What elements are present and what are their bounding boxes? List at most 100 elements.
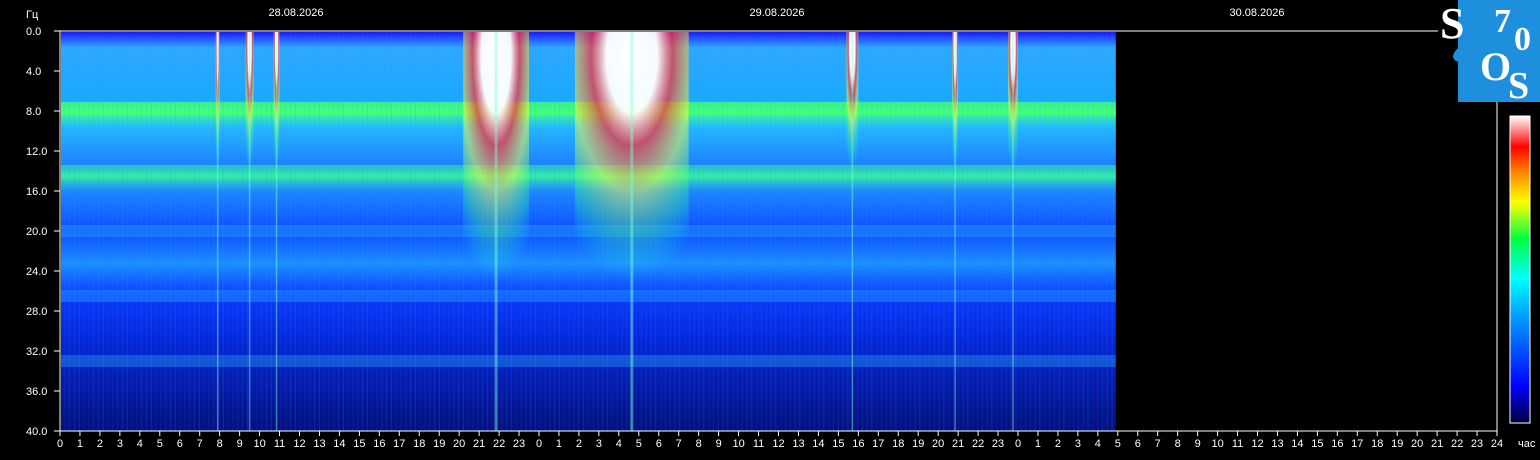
- x-tick-label: 16: [1331, 438, 1343, 450]
- x-tick-label: 5: [636, 438, 642, 450]
- spectrogram-chart: 28.08.2026 29.08.2026 30.08.2026 Гц 0.0 4…: [26, 7, 1536, 450]
- x-tick-label: 15: [832, 438, 844, 450]
- y-tick-label: 8.0: [26, 106, 41, 118]
- x-tick-label: 22: [493, 438, 505, 450]
- x-tick-label: 23: [992, 438, 1004, 450]
- x-tick-label: 6: [1135, 438, 1141, 450]
- x-tick-label: 21: [952, 438, 964, 450]
- x-tick-label: 4: [1095, 438, 1101, 450]
- x-tick-label: 8: [217, 438, 223, 450]
- x-tick-label: 1: [77, 438, 83, 450]
- x-tick-label: 8: [1175, 438, 1181, 450]
- x-tick-label: 13: [792, 438, 804, 450]
- x-tick-label: 7: [676, 438, 682, 450]
- date-label: 30.08.2026: [1229, 7, 1284, 19]
- x-tick-label: 13: [313, 438, 325, 450]
- x-tick-label: 11: [1232, 438, 1243, 450]
- x-tick-label: 10: [1211, 438, 1223, 450]
- sos70-logo: S 7 0 O S: [1438, 0, 1540, 102]
- x-tick-label: 13: [1271, 438, 1283, 450]
- x-tick-label: 21: [473, 438, 485, 450]
- date-labels: 28.08.2026 29.08.2026 30.08.2026: [268, 7, 1284, 19]
- x-tick-label: 17: [872, 438, 884, 450]
- x-tick-label: 11: [753, 438, 764, 450]
- x-tick-label: 14: [812, 438, 824, 450]
- svg-text:S: S: [1440, 0, 1464, 48]
- y-tick-label: 40.0: [26, 426, 47, 438]
- x-tick-label: 6: [177, 438, 183, 450]
- svg-text:0: 0: [1514, 21, 1531, 58]
- x-tick-label: 22: [1451, 438, 1463, 450]
- x-tick-label: 23: [513, 438, 525, 450]
- y-tick-label: 24.0: [26, 266, 47, 278]
- x-tick-label: 9: [1195, 438, 1201, 450]
- x-tick-label: 5: [157, 438, 163, 450]
- x-tick-label: 0: [57, 438, 63, 450]
- x-tick-label: 11: [274, 438, 285, 450]
- x-tick-label: 24: [1491, 438, 1503, 450]
- x-tick-label: 8: [696, 438, 702, 450]
- x-tick-label: 0: [1015, 438, 1021, 450]
- x-tick-label: 18: [892, 438, 904, 450]
- y-axis-ticks: 0.0 4.0 8.0 12.0 16.0 20.0 24.0 28.0 32.0 36.0 40.…: [26, 26, 60, 438]
- y-tick-label: 20.0: [26, 226, 47, 238]
- x-tick-label: 19: [1391, 438, 1403, 450]
- x-tick-label: 19: [912, 438, 924, 450]
- x-tick-label: 17: [393, 438, 405, 450]
- x-tick-label: 1: [556, 438, 562, 450]
- x-tick-label: 19: [433, 438, 445, 450]
- x-tick-label: 2: [1055, 438, 1061, 450]
- x-tick-label: 3: [1075, 438, 1081, 450]
- x-tick-label: 14: [333, 438, 345, 450]
- y-tick-label: 16.0: [26, 186, 47, 198]
- x-tick-label: 20: [453, 438, 465, 450]
- x-tick-label: 21: [1431, 438, 1443, 450]
- x-tick-label: 23: [1471, 438, 1483, 450]
- svg-text:O: O: [1480, 44, 1511, 89]
- y-axis-label: Гц: [26, 9, 39, 21]
- y-tick-label: 28.0: [26, 306, 47, 318]
- y-tick-label: 32.0: [26, 346, 47, 358]
- x-tick-label: 18: [1371, 438, 1383, 450]
- x-tick-label: 20: [932, 438, 944, 450]
- x-tick-label: 9: [237, 438, 243, 450]
- x-tick-label: 12: [772, 438, 784, 450]
- x-tick-label: 7: [1155, 438, 1161, 450]
- svg-text:7: 7: [1494, 3, 1511, 40]
- x-tick-label: 3: [117, 438, 123, 450]
- y-tick-label: 0.0: [26, 26, 41, 38]
- y-tick-label: 36.0: [26, 386, 47, 398]
- x-tick-label: 1: [1035, 438, 1041, 450]
- x-axis-ticks: 0 1 2 3 4 5 6 7 8 9 10 11 12 13 14 15 16 17 18 19 20 21 22 23 0 1…: [57, 431, 1503, 450]
- x-tick-label: 20: [1411, 438, 1423, 450]
- x-tick-label: 10: [253, 438, 265, 450]
- x-tick-label: 17: [1351, 438, 1363, 450]
- x-tick-label: 0: [536, 438, 542, 450]
- x-tick-label: 12: [293, 438, 305, 450]
- date-label: 28.08.2026: [268, 7, 323, 19]
- x-tick-label: 3: [596, 438, 602, 450]
- x-tick-label: 14: [1291, 438, 1303, 450]
- x-tick-label: 7: [197, 438, 203, 450]
- x-tick-label: 16: [373, 438, 385, 450]
- y-tick-label: 4.0: [26, 66, 41, 78]
- x-tick-label: 10: [732, 438, 744, 450]
- x-tick-label: 9: [716, 438, 722, 450]
- colorbar: [1509, 115, 1531, 424]
- x-tick-label: 16: [852, 438, 864, 450]
- x-tick-label: 4: [137, 438, 143, 450]
- x-tick-label: 15: [353, 438, 365, 450]
- y-tick-label: 12.0: [26, 146, 47, 158]
- x-tick-label: 18: [413, 438, 425, 450]
- x-tick-label: 6: [656, 438, 662, 450]
- x-tick-label: 2: [576, 438, 582, 450]
- x-axis-label: час: [1518, 438, 1536, 450]
- x-tick-label: 15: [1311, 438, 1323, 450]
- date-label: 29.08.2026: [749, 7, 804, 19]
- svg-text:S: S: [1508, 65, 1529, 102]
- x-tick-label: 5: [1115, 438, 1121, 450]
- x-tick-label: 2: [97, 438, 103, 450]
- x-tick-label: 12: [1251, 438, 1263, 450]
- x-tick-label: 22: [972, 438, 984, 450]
- x-tick-label: 4: [616, 438, 622, 450]
